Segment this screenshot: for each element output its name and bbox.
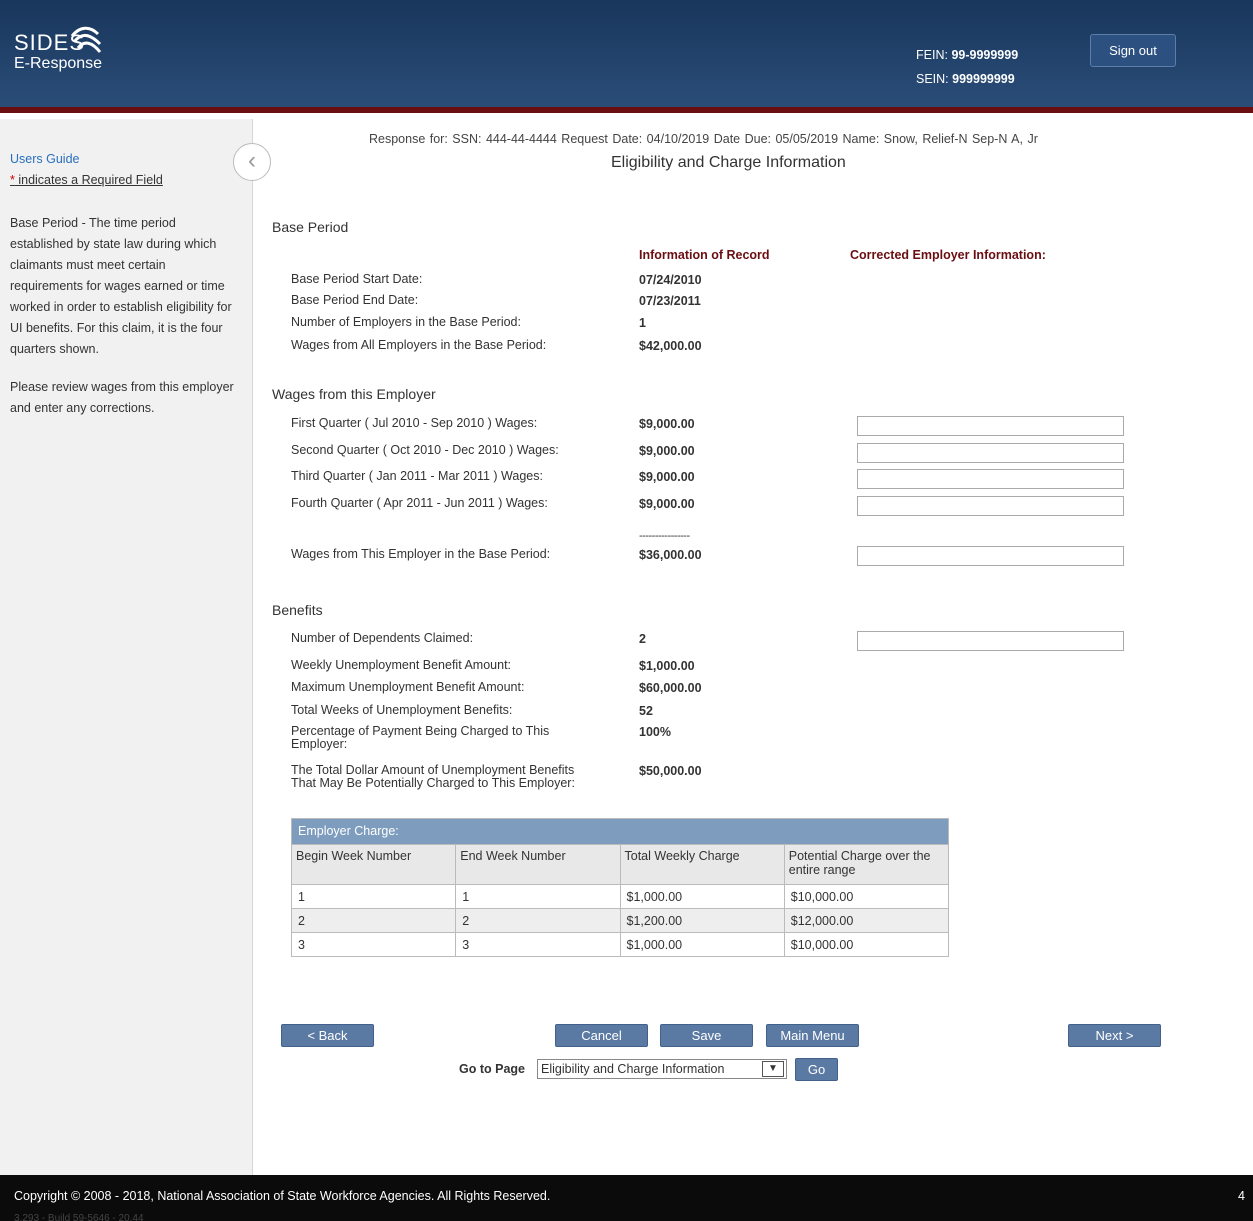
table-cell: 3 — [455, 932, 621, 957]
base-period-end-value: 07/23/2011 — [639, 294, 701, 308]
all-wages-value: $42,000.00 — [639, 339, 702, 353]
fein-value: 99-9999999 — [951, 48, 1019, 62]
table-cell: $1,000.00 — [619, 884, 785, 909]
q4-wages-label: Fourth Quarter ( Apr 2011 - Jun 2011 ) W… — [291, 496, 548, 510]
base-period-start-value: 07/24/2010 — [639, 273, 702, 287]
q2-wages-value: $9,000.00 — [639, 444, 695, 458]
table-cell: $12,000.00 — [783, 908, 950, 933]
section-title-benefits: Benefits — [272, 602, 323, 618]
table-cell: 2 — [455, 908, 621, 933]
sein-value: 999999999 — [952, 72, 1015, 86]
next-button[interactable]: Next > — [1068, 1024, 1161, 1047]
all-wages-label: Wages from All Employers in the Base Per… — [291, 338, 547, 352]
sidebar: Users Guide * indicates a Required Field… — [0, 119, 253, 1175]
column-header-corrected-info: Corrected Employer Information: — [850, 248, 1046, 262]
table-row: 1 1 $1,000.00 $10,000.00 — [290, 884, 950, 909]
footer: Copyright © 2008 - 2018, National Associ… — [0, 1175, 1253, 1221]
weekly-benefit-value: $1,000.00 — [639, 659, 695, 673]
sides-logo[interactable]: SIDES E-Response — [14, 26, 103, 74]
go-to-page-selected: Eligibility and Charge Information — [541, 1062, 725, 1076]
num-employers-value: 1 — [639, 316, 646, 330]
copyright-text: Copyright © 2008 - 2018, National Associ… — [14, 1189, 551, 1203]
q1-wages-label: First Quarter ( Jul 2010 - Sep 2010 ) Wa… — [291, 416, 538, 430]
base-period-start-label: Base Period Start Date: — [291, 272, 423, 286]
go-to-page-label: Go to Page — [459, 1062, 525, 1076]
page-title: Eligibility and Charge Information — [611, 154, 846, 171]
q2-wages-label: Second Quarter ( Oct 2010 - Dec 2010 ) W… — [291, 443, 559, 457]
section-title-wages: Wages from this Employer — [272, 386, 436, 402]
employer-charge-table: Employer Charge: Begin Week Number End W… — [290, 818, 950, 957]
weekly-benefit-label: Weekly Unemployment Benefit Amount: — [291, 658, 512, 672]
cancel-button[interactable]: Cancel — [555, 1024, 648, 1047]
total-potential-charge-value: $50,000.00 — [639, 764, 702, 778]
column-header-potential-charge: Potential Charge over the entire range — [783, 844, 950, 885]
q3-wages-input[interactable] — [857, 469, 1124, 489]
percentage-charged-label-line2: Employer: — [291, 737, 348, 751]
wave-logo-icon — [70, 26, 102, 53]
sign-out-button[interactable]: Sign out — [1090, 34, 1176, 67]
column-header-begin-week: Begin Week Number — [290, 844, 457, 885]
main-menu-button[interactable]: Main Menu — [766, 1024, 859, 1047]
sum-divider: ---------------- — [639, 530, 690, 542]
dependents-label: Number of Dependents Claimed: — [291, 631, 474, 645]
back-button[interactable]: < Back — [281, 1024, 374, 1047]
table-cell: 1 — [455, 884, 621, 909]
users-guide-link[interactable]: Users Guide — [10, 152, 79, 166]
app-header: SIDES E-Response FEIN: 99-9999999 SEIN: … — [0, 0, 1253, 113]
percentage-charged-label: Percentage of Payment Being Charged to T… — [291, 725, 549, 751]
employer-wages-total-value: $36,000.00 — [639, 548, 702, 562]
table-row: 2 2 $1,200.00 $12,000.00 — [290, 908, 950, 933]
fein-label: FEIN: — [916, 48, 948, 62]
employer-wages-total-label: Wages from This Employer in the Base Per… — [291, 547, 551, 561]
table-header-row: Begin Week Number End Week Number Total … — [290, 844, 950, 885]
column-header-end-week: End Week Number — [455, 844, 621, 885]
total-weeks-value: 52 — [639, 704, 653, 718]
table-row: 3 3 $1,000.00 $10,000.00 — [290, 932, 950, 957]
logo-text-eresponse: E-Response — [14, 55, 103, 72]
table-cell: $10,000.00 — [783, 932, 950, 957]
save-button[interactable]: Save — [660, 1024, 753, 1047]
dependents-input[interactable] — [857, 631, 1124, 651]
column-header-total-weekly-charge: Total Weekly Charge — [619, 844, 785, 885]
dependents-value: 2 — [639, 632, 646, 646]
collapse-sidebar-chevron-left-icon[interactable]: ‹ — [233, 143, 271, 181]
table-cell: 3 — [290, 932, 457, 957]
page-number: 4 — [1238, 1189, 1245, 1203]
column-header-information-of-record: Information of Record — [639, 248, 770, 262]
table-cell: $10,000.00 — [783, 884, 950, 909]
build-info: 3.293 - Build 59-5646 - 20.44 — [14, 1213, 144, 1221]
employer-wages-total-input[interactable] — [857, 546, 1124, 566]
help-review-wages: Please review wages from this employer a… — [10, 380, 234, 415]
table-cell: $1,200.00 — [619, 908, 785, 933]
base-period-end-label: Base Period End Date: — [291, 293, 419, 307]
q4-wages-input[interactable] — [857, 496, 1124, 516]
help-base-period: Base Period - The time period establishe… — [10, 216, 232, 356]
total-potential-charge-label: The Total Dollar Amount of Unemployment … — [291, 764, 575, 790]
go-to-page-select[interactable]: Eligibility and Charge Information ▼ — [537, 1059, 787, 1079]
section-title-base-period: Base Period — [272, 219, 349, 235]
q3-wages-value: $9,000.00 — [639, 470, 695, 484]
q1-wages-input[interactable] — [857, 416, 1124, 436]
q3-wages-label: Third Quarter ( Jan 2011 - Mar 2011 ) Wa… — [291, 469, 543, 483]
max-benefit-value: $60,000.00 — [639, 681, 702, 695]
percentage-charged-value: 100% — [639, 725, 671, 739]
table-cell: 2 — [290, 908, 457, 933]
q4-wages-value: $9,000.00 — [639, 497, 695, 511]
table-cell: 1 — [290, 884, 457, 909]
sein-label: SEIN: — [916, 72, 949, 86]
table-cell: $1,000.00 — [619, 932, 785, 957]
q1-wages-value: $9,000.00 — [639, 417, 695, 431]
response-info: Response for: SSN: 444-44-4444 Request D… — [369, 132, 1038, 146]
go-button[interactable]: Go — [795, 1058, 838, 1081]
num-employers-label: Number of Employers in the Base Period: — [291, 315, 521, 329]
max-benefit-label: Maximum Unemployment Benefit Amount: — [291, 680, 525, 694]
employer-ids: FEIN: 99-9999999 SEIN: 999999999 — [916, 43, 1018, 91]
total-potential-charge-label-line2: That May Be Potentially Charged to This … — [291, 776, 575, 790]
required-field-note: * indicates a Required Field — [10, 173, 163, 187]
required-field-text: indicates a Required Field — [14, 173, 163, 187]
total-weeks-label: Total Weeks of Unemployment Benefits: — [291, 703, 513, 717]
employer-charge-caption: Employer Charge: — [291, 818, 949, 844]
chevron-down-icon[interactable]: ▼ — [762, 1061, 784, 1077]
q2-wages-input[interactable] — [857, 443, 1124, 463]
